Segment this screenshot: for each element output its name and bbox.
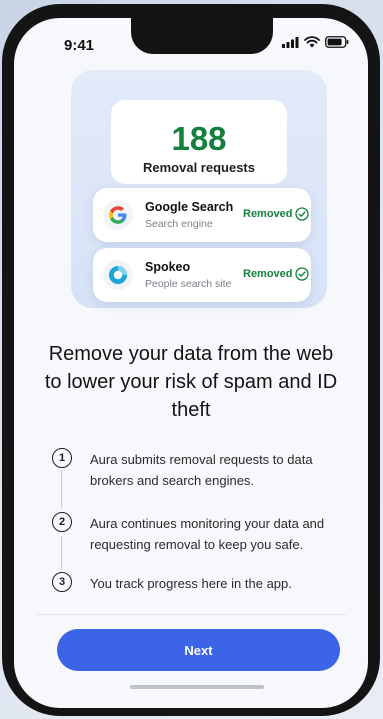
google-logo-icon [103, 200, 133, 230]
page-title: Remove your data from the web to lower y… [44, 343, 338, 421]
wifi-icon [304, 36, 320, 48]
step-number: 3 [52, 572, 72, 592]
check-circle-icon [295, 207, 309, 221]
step-text: You track progress here in the app. [90, 576, 292, 591]
step-number: 2 [52, 512, 72, 532]
broker-name: Spokeo [145, 260, 191, 274]
step-text: Aura submits removal requests to data br… [90, 452, 313, 488]
divider [36, 614, 346, 615]
broker-status: Removed [243, 208, 293, 220]
broker-status: Removed [243, 268, 293, 280]
removal-count-card: 188 Removal requests [111, 100, 287, 184]
screen: 9:41 188 Removal requests Google Search … [14, 18, 368, 708]
battery-icon [325, 36, 349, 48]
step-number: 1 [52, 448, 72, 468]
broker-card-spokeo: Spokeo People search site Removed [93, 248, 311, 302]
broker-name: Google Search [145, 200, 234, 214]
step-text: Aura continues monitoring your data and … [90, 516, 325, 552]
spokeo-logo-icon [103, 260, 133, 290]
signal-icon [282, 36, 299, 48]
step-connector [61, 536, 62, 570]
status-icons [282, 36, 349, 48]
step-connector [61, 470, 62, 508]
check-circle-icon [295, 267, 309, 281]
removal-count-label: Removal requests [143, 160, 255, 175]
notch [131, 18, 273, 54]
next-button[interactable]: Next [57, 629, 340, 671]
broker-type: People search site [145, 278, 232, 290]
broker-card-google: Google Search Search engine Removed [93, 188, 311, 242]
broker-type: Search engine [145, 218, 213, 230]
phone-frame: 9:41 188 Removal requests Google Search … [2, 4, 380, 716]
home-indicator[interactable] [130, 685, 264, 689]
removal-count: 188 [171, 120, 227, 157]
removal-illustration: 188 Removal requests Google Search Searc… [71, 70, 327, 308]
status-time: 9:41 [64, 37, 95, 54]
